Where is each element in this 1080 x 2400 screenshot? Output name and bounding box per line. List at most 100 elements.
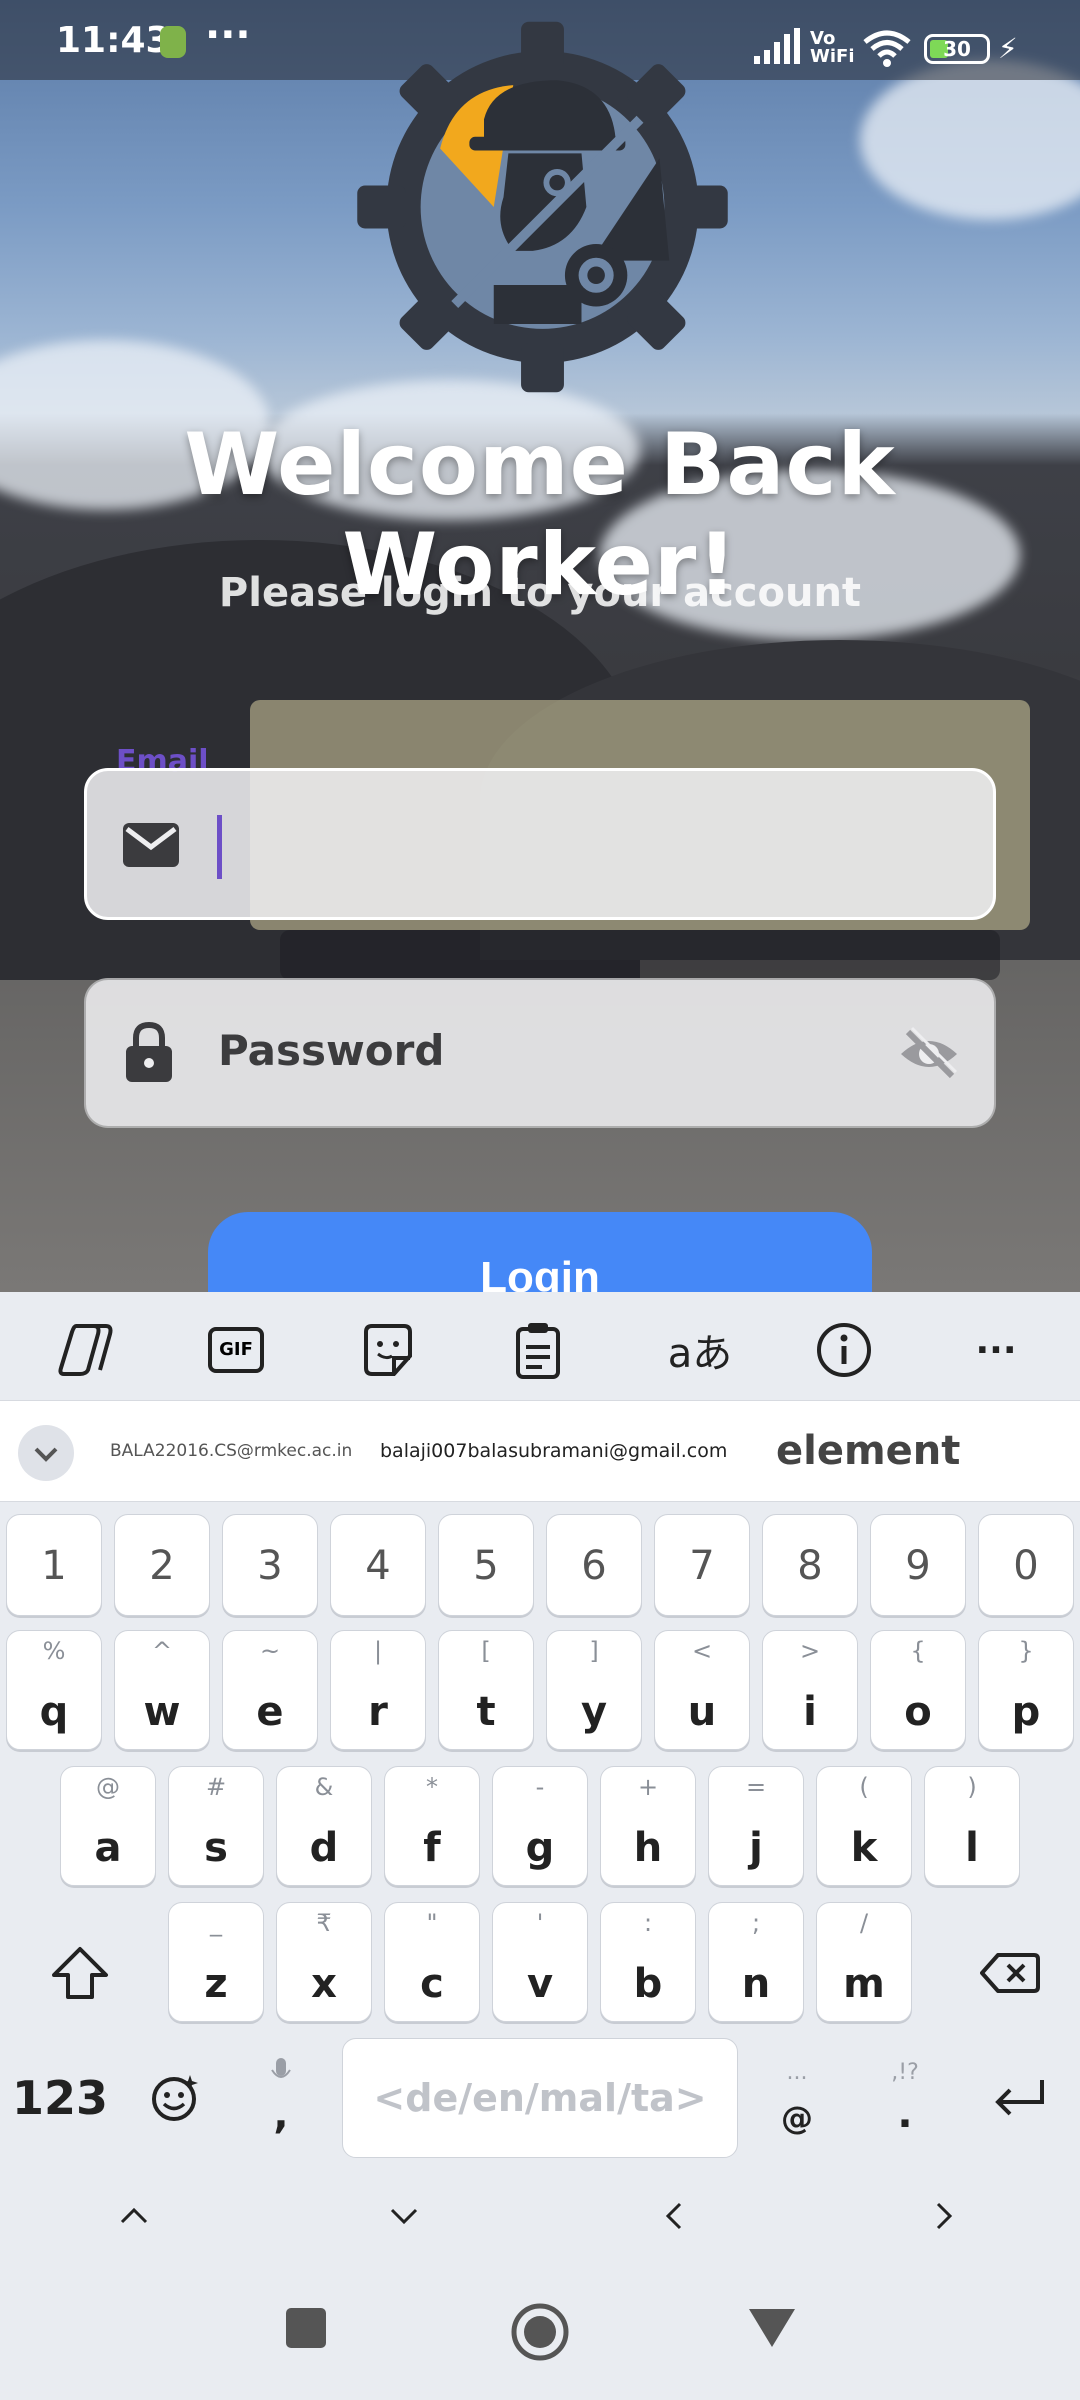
key-label: k	[850, 1825, 878, 1871]
key-label: b	[633, 1961, 663, 2007]
key-b[interactable]: :b	[600, 1902, 696, 2022]
key-h[interactable]: + h	[600, 1766, 696, 1886]
key-alt-label: >	[799, 1637, 821, 1665]
gif-icon[interactable]: GIF	[206, 1322, 266, 1378]
key-alt-label: %	[42, 1637, 66, 1665]
at-key[interactable]: ... @	[752, 2038, 842, 2158]
cursor-up-button[interactable]	[104, 2186, 164, 2246]
emoji-key[interactable]	[130, 2038, 220, 2158]
charging-icon: ⚡	[998, 32, 1018, 65]
key-f[interactable]: * f	[384, 1766, 480, 1886]
recents-button[interactable]	[280, 2302, 332, 2354]
info-icon[interactable]	[814, 1322, 874, 1378]
battery-level: 30	[943, 37, 971, 61]
key-a[interactable]: @ a	[60, 1766, 156, 1886]
key-z[interactable]: _ z	[168, 1902, 264, 2022]
key-v[interactable]: ' v	[492, 1902, 588, 2022]
key-label: l	[965, 1825, 979, 1871]
login-button[interactable]: Login	[208, 1212, 872, 1292]
key-3[interactable]: 3	[222, 1514, 318, 1616]
key-e[interactable]: ~ e	[222, 1630, 318, 1750]
space-key[interactable]: <de/en/mal/ta>	[342, 2038, 738, 2158]
email-field[interactable]	[84, 768, 996, 920]
key-4[interactable]: 4	[330, 1514, 426, 1616]
collapse-suggestions-button[interactable]	[18, 1425, 74, 1481]
key-7[interactable]: 7	[654, 1514, 750, 1616]
key-label: z	[204, 1961, 228, 2007]
backspace-key[interactable]	[960, 1918, 1060, 2028]
key-9[interactable]: 9	[870, 1514, 966, 1616]
key-label: v	[526, 1961, 554, 2007]
backspace-icon	[980, 1953, 1040, 1993]
key-m[interactable]: / m	[816, 1902, 912, 2022]
comma-key[interactable]: ,	[236, 2038, 326, 2158]
key-5[interactable]: 5	[438, 1514, 534, 1616]
more-icon[interactable]: ···	[966, 1322, 1026, 1378]
home-circle-icon	[511, 2303, 569, 2361]
key-label: o	[904, 1689, 932, 1735]
key-r[interactable]: | r	[330, 1630, 426, 1750]
key-label: q	[39, 1689, 69, 1735]
key-o[interactable]: {o	[870, 1630, 966, 1750]
cursor-down-button[interactable]	[374, 2186, 434, 2246]
key-n[interactable]: ; n	[708, 1902, 804, 2022]
key-label: g	[525, 1825, 555, 1871]
square-icon	[286, 2308, 326, 2348]
key-p[interactable]: } p	[978, 1630, 1074, 1750]
key-0[interactable]: 0	[978, 1514, 1074, 1616]
enter-key[interactable]	[970, 2038, 1070, 2158]
translate-icon[interactable]: aあ	[660, 1322, 740, 1378]
password-field[interactable]: Password	[84, 978, 996, 1128]
key-label: u	[687, 1689, 717, 1735]
key-8[interactable]: 8	[762, 1514, 858, 1616]
copilot-icon[interactable]	[56, 1322, 116, 1378]
key-y[interactable]: ] y	[546, 1630, 642, 1750]
key-label: r	[368, 1689, 388, 1735]
cursor-left-button[interactable]	[644, 2186, 704, 2246]
key-alt-label: )	[967, 1773, 977, 1801]
app-notification-icon	[160, 26, 186, 58]
key-6[interactable]: 6	[546, 1514, 642, 1616]
wifi-icon	[863, 30, 911, 67]
key-i[interactable]: > i	[762, 1630, 858, 1750]
back-button[interactable]	[746, 2302, 798, 2354]
key-label: d	[309, 1825, 339, 1871]
shift-key[interactable]	[30, 1918, 130, 2028]
cursor-right-button[interactable]	[914, 2186, 974, 2246]
key-l[interactable]: ) l	[924, 1766, 1020, 1886]
home-button[interactable]	[510, 2302, 570, 2362]
sticker-icon[interactable]	[358, 1322, 418, 1378]
key-alt-label: +	[637, 1773, 659, 1801]
key-s[interactable]: # s	[168, 1766, 264, 1886]
key-t[interactable]: [t	[438, 1630, 534, 1750]
key-label: 1	[41, 1543, 67, 1589]
suggestion-item[interactable]: balaji007balasubramani@gmail.com	[380, 1401, 727, 1501]
key-alt-label: ;	[751, 1909, 761, 1937]
key-alt-label: =	[745, 1773, 767, 1801]
visibility-off-icon[interactable]	[898, 1026, 960, 1082]
cloud	[860, 60, 1080, 220]
key-d[interactable]: & d	[276, 1766, 372, 1886]
suggestion-bar: BALA22016.CS@rmkec.ac.in balaji007balasu…	[0, 1400, 1080, 1502]
key-2[interactable]: 2	[114, 1514, 210, 1616]
key-label: m	[843, 1961, 885, 2007]
key-k[interactable]: (k	[816, 1766, 912, 1886]
key-x[interactable]: ₹ x	[276, 1902, 372, 2022]
gif-label: GIF	[208, 1327, 264, 1373]
key-j[interactable]: = j	[708, 1766, 804, 1886]
period-key[interactable]: ,!? .	[860, 2038, 950, 2158]
clipboard-icon[interactable]	[508, 1322, 568, 1379]
mic-icon	[271, 2058, 291, 2078]
key-g[interactable]: -g	[492, 1766, 588, 1886]
suggestion-item[interactable]: BALA22016.CS@rmkec.ac.in	[110, 1401, 352, 1501]
key-u[interactable]: < u	[654, 1630, 750, 1750]
key-w[interactable]: ^ w	[114, 1630, 210, 1750]
key-label: 3	[257, 1543, 283, 1589]
key-1[interactable]: 1	[6, 1514, 102, 1616]
suggestion-item[interactable]: element	[776, 1401, 960, 1501]
key-q[interactable]: % q	[6, 1630, 102, 1750]
worker-gear-logo	[357, 21, 728, 393]
symbols-key[interactable]: 123	[10, 2038, 110, 2158]
key-label: p	[1011, 1689, 1041, 1735]
key-c[interactable]: " c	[384, 1902, 480, 2022]
